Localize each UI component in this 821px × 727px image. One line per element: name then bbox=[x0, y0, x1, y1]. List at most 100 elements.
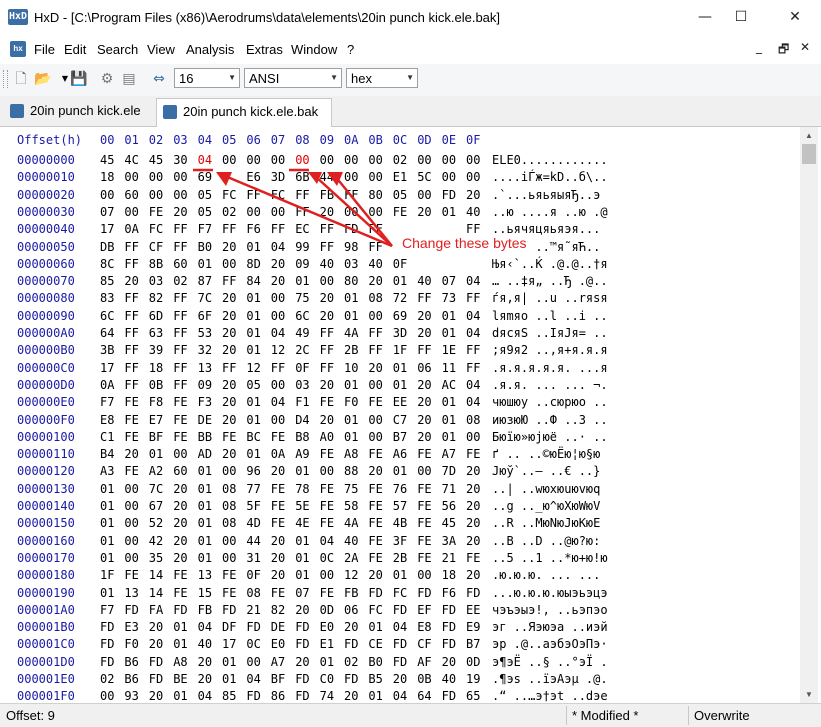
hex-byte[interactable]: 01 bbox=[295, 464, 309, 478]
hex-byte[interactable]: 10 bbox=[344, 361, 358, 375]
hex-row[interactable]: 00000140 01 00 67 20 01 08 5F FE 5E FE 58 FE 57 FE 56 20… bbox=[0, 499, 800, 516]
hex-byte[interactable]: 40 bbox=[466, 205, 480, 219]
hex-byte[interactable]: 00 bbox=[149, 188, 163, 202]
hex-byte[interactable]: 4D bbox=[246, 516, 260, 530]
hex-byte[interactable]: 07 bbox=[100, 205, 114, 219]
hex-byte[interactable]: 20 bbox=[295, 655, 309, 669]
hex-byte[interactable]: DE bbox=[198, 413, 212, 427]
hex-byte[interactable]: 74 bbox=[320, 689, 334, 703]
hex-byte[interactable]: 44 bbox=[320, 170, 334, 184]
hex-byte[interactable]: 5E bbox=[295, 499, 309, 513]
hex-byte[interactable]: 98 bbox=[344, 240, 358, 254]
hex-byte[interactable]: 31 bbox=[246, 551, 260, 565]
hex-byte[interactable]: 20 bbox=[222, 413, 236, 427]
hex-byte[interactable]: 40 bbox=[442, 672, 456, 686]
hex-byte[interactable]: 2B bbox=[393, 551, 407, 565]
hex-byte[interactable]: 88 bbox=[344, 464, 358, 478]
hex-byte[interactable]: 00 bbox=[246, 205, 260, 219]
hex-byte[interactable]: 04 bbox=[271, 326, 285, 340]
hex-byte[interactable]: 05 bbox=[198, 188, 212, 202]
hex-byte[interactable]: DE bbox=[271, 620, 285, 634]
hex-byte[interactable]: 01 bbox=[295, 274, 309, 288]
hex-byte[interactable]: FF bbox=[368, 222, 382, 236]
hex-byte[interactable]: 73 bbox=[442, 291, 456, 305]
hex-byte[interactable]: 00 bbox=[124, 551, 138, 565]
hex-byte[interactable]: 32 bbox=[198, 343, 212, 357]
hex-byte[interactable]: FA bbox=[149, 603, 163, 617]
hex-byte[interactable]: FD bbox=[246, 689, 260, 703]
hex-byte[interactable]: 00 bbox=[173, 188, 187, 202]
row-text[interactable]: чэъэыэ!‚ ..ьэпэо bbox=[492, 603, 608, 617]
hex-byte[interactable]: C1 bbox=[100, 430, 114, 444]
hex-byte[interactable]: 20 bbox=[344, 620, 358, 634]
hex-byte[interactable]: 01 bbox=[442, 430, 456, 444]
hex-byte[interactable]: 20 bbox=[417, 430, 431, 444]
hex-byte[interactable]: 40 bbox=[320, 257, 334, 271]
hex-byte[interactable]: 01 bbox=[393, 568, 407, 582]
mdi-restore-button[interactable]: 🗗 bbox=[778, 40, 789, 61]
hex-byte[interactable]: 20 bbox=[320, 205, 334, 219]
hex-byte[interactable]: FF bbox=[417, 291, 431, 305]
hex-byte[interactable]: C0 bbox=[320, 672, 334, 686]
hex-byte[interactable]: 01 bbox=[173, 620, 187, 634]
hex-byte[interactable]: AD bbox=[198, 447, 212, 461]
hex-row[interactable]: 000001B0 FD E3 20 01 04 DF FD DE FD E0 20 01 04 E8 FD E9… bbox=[0, 620, 800, 637]
hex-byte[interactable]: 01 bbox=[100, 516, 114, 530]
hex-byte[interactable]: 08 bbox=[368, 291, 382, 305]
hex-byte[interactable]: 01 bbox=[344, 291, 358, 305]
hex-byte[interactable]: 20 bbox=[466, 568, 480, 582]
hex-byte[interactable]: FF bbox=[124, 309, 138, 323]
hex-byte[interactable]: 00 bbox=[344, 153, 358, 167]
hex-byte[interactable]: 0F bbox=[393, 257, 407, 271]
hex-byte[interactable]: 20 bbox=[271, 274, 285, 288]
hex-byte[interactable]: 20 bbox=[173, 551, 187, 565]
hex-byte[interactable]: E1 bbox=[320, 637, 334, 651]
hex-byte[interactable]: FF bbox=[295, 205, 309, 219]
hex-byte[interactable]: CF bbox=[417, 637, 431, 651]
hex-byte[interactable]: 00 bbox=[124, 534, 138, 548]
hex-byte[interactable]: 69 bbox=[393, 309, 407, 323]
hex-byte[interactable]: FE bbox=[222, 430, 236, 444]
hex-byte[interactable]: 0B bbox=[417, 672, 431, 686]
hex-byte[interactable]: 20 bbox=[173, 482, 187, 496]
hex-byte[interactable]: FF bbox=[271, 222, 285, 236]
hex-byte[interactable]: FF bbox=[344, 188, 358, 202]
hex-byte[interactable]: FE bbox=[173, 395, 187, 409]
hex-byte[interactable]: 00 bbox=[442, 153, 456, 167]
hex-byte[interactable]: 01 bbox=[173, 689, 187, 703]
hex-byte[interactable]: 20 bbox=[320, 291, 334, 305]
hex-byte[interactable]: FF bbox=[124, 361, 138, 375]
tab-20in-punch-kick-ele[interactable]: 20in punch kick.ele bbox=[4, 98, 154, 125]
hex-row[interactable]: 000000E0 F7 FE F8 FE F3 20 01 04 F1 FE F0 FE EE 20 01 04… bbox=[0, 395, 800, 412]
tools-icon[interactable]: ⚙ bbox=[98, 70, 116, 88]
hex-byte[interactable]: 04 bbox=[198, 689, 212, 703]
hex-byte[interactable]: FE bbox=[320, 447, 334, 461]
hex-byte[interactable]: FF bbox=[222, 222, 236, 236]
row-text[interactable]: ѓя‚я| ..u ..rяsя bbox=[492, 291, 608, 305]
hex-byte[interactable]: 13 bbox=[198, 568, 212, 582]
hex-byte[interactable]: 20 bbox=[222, 395, 236, 409]
hex-byte[interactable]: 93 bbox=[124, 689, 138, 703]
hex-byte[interactable]: 13 bbox=[124, 586, 138, 600]
hex-byte[interactable]: FD bbox=[100, 620, 114, 634]
menu-item-window[interactable]: Window bbox=[291, 42, 337, 57]
scroll-down-icon[interactable]: ▼ bbox=[800, 686, 818, 703]
hex-byte[interactable]: 20 bbox=[173, 205, 187, 219]
hex-byte[interactable]: AC bbox=[442, 378, 456, 392]
hex-byte[interactable]: FE bbox=[173, 430, 187, 444]
hex-byte[interactable]: 3A bbox=[442, 534, 456, 548]
hex-byte[interactable]: 00 bbox=[368, 413, 382, 427]
hex-byte[interactable]: 0C bbox=[246, 637, 260, 651]
hex-row[interactable]: 00000010 18 00 00 00 69 E6 3D 6B 44 00 00 E1 5C 00 00..… bbox=[0, 170, 800, 187]
hex-byte[interactable]: 20 bbox=[222, 309, 236, 323]
hex-byte[interactable]: 01 bbox=[442, 326, 456, 340]
hex-byte[interactable]: FF bbox=[466, 361, 480, 375]
hex-byte[interactable]: 20 bbox=[295, 603, 309, 617]
row-text[interactable]: ..B ..D ..@ю?ю: bbox=[492, 534, 608, 548]
hex-byte[interactable]: 00 bbox=[320, 274, 334, 288]
hex-byte[interactable]: F6 bbox=[246, 222, 260, 236]
hex-row[interactable]: 00000090 6C FF 6D FF 6F 20 01 00 6C 20 01 00 69 20 01 04… bbox=[0, 309, 800, 326]
hex-byte[interactable]: 01 bbox=[246, 326, 260, 340]
hex-byte[interactable]: B5 bbox=[368, 672, 382, 686]
hex-byte[interactable]: 4E bbox=[295, 516, 309, 530]
